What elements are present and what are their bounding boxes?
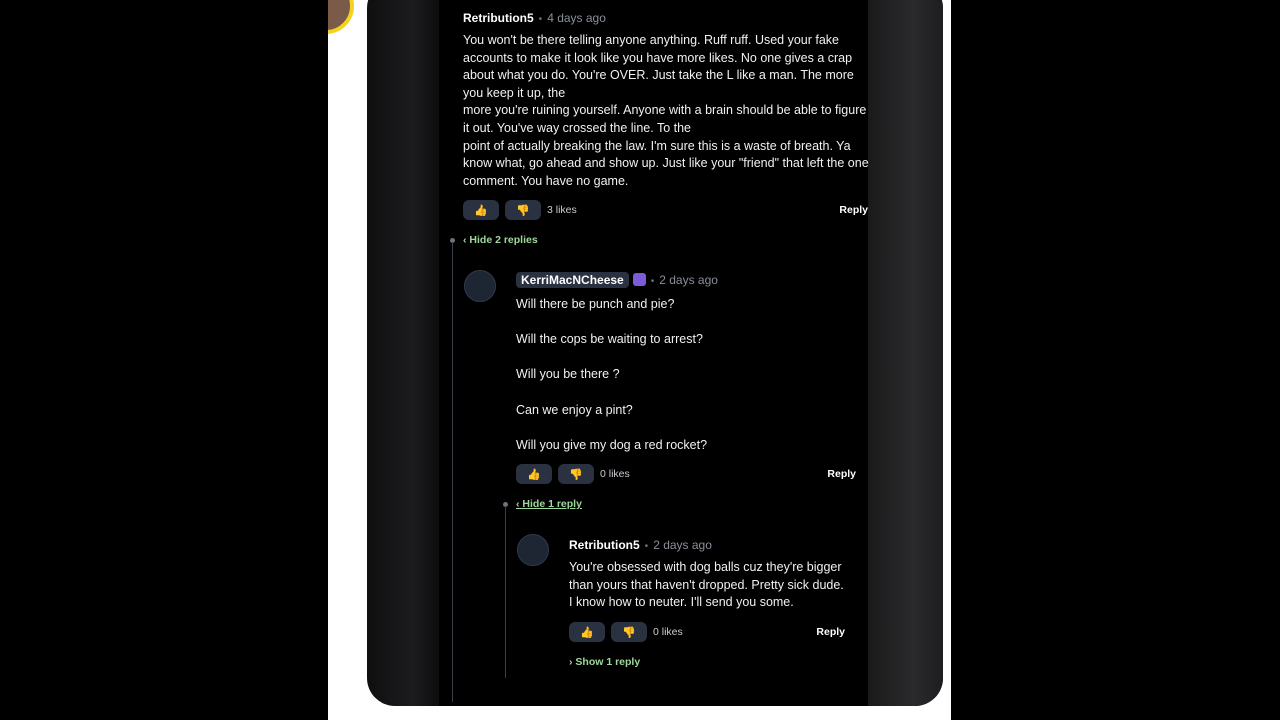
crown-icon xyxy=(632,273,646,287)
like-count: 3 likes xyxy=(547,204,577,216)
reply-button[interactable]: Reply xyxy=(816,626,845,638)
like-button[interactable]: 👍 xyxy=(569,622,605,642)
username[interactable]: KerriMacNCheese xyxy=(516,272,629,288)
hide-replies-toggle[interactable]: ‹ Hide 1 reply xyxy=(516,498,582,510)
dislike-button[interactable]: 👎 xyxy=(611,622,647,642)
reply-body: You're obsessed with dog balls cuz they'… xyxy=(569,560,844,610)
avatar[interactable] xyxy=(464,270,496,302)
dislike-button[interactable]: 👎 xyxy=(558,464,594,484)
dislike-button[interactable]: 👎 xyxy=(505,200,541,220)
timestamp: 2 days ago xyxy=(653,538,712,552)
comment-thread: Retribution5 • 4 days ago You won't be the… xyxy=(439,0,869,706)
comment-body: You won't be there telling anyone anythi… xyxy=(463,33,869,188)
username[interactable]: Retribution5 xyxy=(569,538,640,552)
timestamp: 4 days ago xyxy=(547,11,606,25)
like-count: 0 likes xyxy=(600,468,630,480)
comment-header: Retribution5 • 4 days ago xyxy=(463,11,606,25)
reply-header: KerriMacNCheese • 2 days ago xyxy=(516,271,718,289)
username[interactable]: Retribution5 xyxy=(463,11,534,25)
thumbs-down-icon: 👎 xyxy=(569,468,583,481)
reply-button[interactable]: Reply xyxy=(827,468,856,480)
thumbs-up-icon: 👍 xyxy=(580,626,594,639)
thumbs-down-icon: 👎 xyxy=(622,626,636,639)
timestamp: 2 days ago xyxy=(659,273,718,287)
reply-header: Retribution5 • 2 days ago xyxy=(569,538,712,552)
reply-button[interactable]: Reply xyxy=(839,204,868,216)
avatar[interactable] xyxy=(517,534,549,566)
top-avatar xyxy=(328,0,354,34)
reply-body: Will there be punch and pie? Will the co… xyxy=(516,297,708,452)
thumbs-up-icon: 👍 xyxy=(474,204,488,217)
thread-line xyxy=(452,242,453,702)
video-frame: Retribution5 • 4 days ago You won't be the… xyxy=(328,0,951,720)
thumbs-down-icon: 👎 xyxy=(516,204,530,217)
phone-screenshot: Retribution5 • 4 days ago You won't be the… xyxy=(367,0,943,706)
like-count: 0 likes xyxy=(653,626,683,638)
like-button[interactable]: 👍 xyxy=(516,464,552,484)
like-button[interactable]: 👍 xyxy=(463,200,499,220)
thumbs-up-icon: 👍 xyxy=(527,468,541,481)
show-replies-toggle[interactable]: › Show 1 reply xyxy=(569,656,640,668)
hide-replies-toggle[interactable]: ‹ Hide 2 replies xyxy=(463,234,538,246)
